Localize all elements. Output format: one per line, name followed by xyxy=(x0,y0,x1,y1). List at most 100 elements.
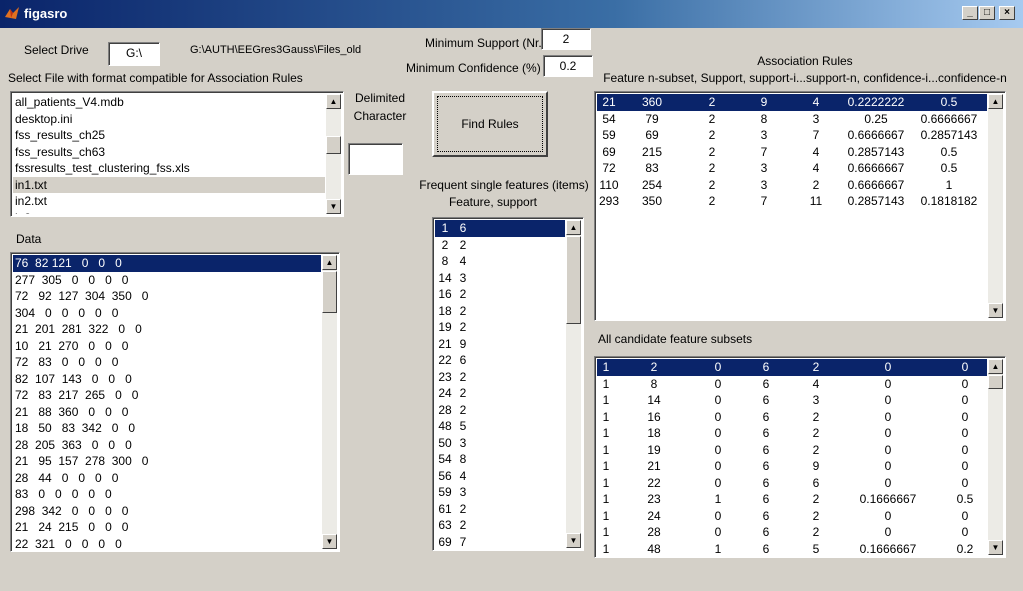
scroll-up-arrow-icon[interactable]: ▲ xyxy=(988,359,1003,374)
drive-input[interactable]: G:\ xyxy=(108,42,160,66)
select-file-label: Select File with format compatible for A… xyxy=(8,71,303,85)
table-row[interactable]: 16 xyxy=(435,220,565,237)
scroll-up-arrow-icon[interactable]: ▲ xyxy=(322,255,337,270)
list-item[interactable]: 277 305 0 0 0 0 xyxy=(13,272,321,289)
maximize-button[interactable]: □ xyxy=(979,6,995,20)
table-row[interactable]: 1 24 0 6 2 0 0 xyxy=(597,508,987,525)
table-row[interactable]: 84 xyxy=(435,253,565,270)
table-row[interactable]: 48 5 xyxy=(435,418,565,435)
table-row[interactable]: 18 2 xyxy=(435,303,565,320)
table-cell: 2 xyxy=(812,426,820,440)
table-row[interactable]: 1 14 0 6 3 0 0 xyxy=(597,392,987,409)
file-listbox[interactable]: all_patients_V4.mdb desktop.ini fss_result… xyxy=(10,91,344,217)
table-row[interactable]: 293 350 2 7 11 0.2857143 0.1818182 xyxy=(597,193,987,210)
list-item[interactable]: 72 92 127 304 350 0 xyxy=(13,288,321,305)
rules-scrollbar[interactable]: ▲ ▼ xyxy=(988,94,1003,318)
table-row[interactable]: 19 2 xyxy=(435,319,565,336)
scroll-thumb[interactable] xyxy=(326,136,341,154)
table-row[interactable]: 22 6 xyxy=(435,352,565,369)
scroll-up-arrow-icon[interactable]: ▲ xyxy=(988,94,1003,109)
list-item[interactable]: in3.txt xyxy=(13,210,325,215)
list-item[interactable]: 83 0 0 0 0 0 xyxy=(13,486,321,503)
table-row[interactable]: 23 2 xyxy=(435,369,565,386)
table-row[interactable]: 21 360 2 9 4 0.2222222 0.5 xyxy=(597,94,987,111)
table-row[interactable]: 72 83 2 3 4 0.6666667 0.5 xyxy=(597,160,987,177)
list-item[interactable]: desktop.ini xyxy=(13,111,325,128)
table-row[interactable]: 110 254 2 3 2 0.6666667 1 xyxy=(597,177,987,194)
list-item[interactable]: 22 321 0 0 0 0 xyxy=(13,536,321,550)
table-cell: 0 xyxy=(884,459,892,473)
list-item[interactable]: 82 107 143 0 0 0 xyxy=(13,371,321,388)
table-row[interactable]: 1 21 0 6 9 0 0 xyxy=(597,458,987,475)
table-row[interactable]: 14 3 xyxy=(435,270,565,287)
delimiter-input[interactable] xyxy=(348,143,403,175)
table-row[interactable]: 28 2 xyxy=(435,402,565,419)
table-row[interactable]: 56 4 xyxy=(435,468,565,485)
table-row[interactable]: 50 3 xyxy=(435,435,565,452)
list-item[interactable]: in2.txt xyxy=(13,193,325,210)
list-item[interactable]: 304 0 0 0 0 0 xyxy=(13,305,321,322)
scroll-down-arrow-icon[interactable]: ▼ xyxy=(322,534,337,549)
list-item[interactable]: 28 44 0 0 0 0 xyxy=(13,470,321,487)
table-row[interactable]: 1 28 0 6 2 0 0 xyxy=(597,524,987,541)
scroll-thumb[interactable] xyxy=(322,271,337,313)
table-row[interactable]: 1 18 0 6 2 0 0 xyxy=(597,425,987,442)
list-item[interactable]: all_patients_V4.mdb xyxy=(13,94,325,111)
list-item[interactable]: 10 21 270 0 0 0 xyxy=(13,338,321,355)
scroll-down-arrow-icon[interactable]: ▼ xyxy=(326,199,341,214)
scroll-thumb[interactable] xyxy=(988,375,1003,389)
candidates-listbox[interactable]: 1 2 0 6 2 0 0 1 8 0 6 4 0 0 1 14 0 6 3 0 0 1 16 0 6 2 0 0 1 18 0 6 2 0 0 1 1… xyxy=(594,356,1006,558)
list-item[interactable]: 21 24 215 0 0 0 xyxy=(13,519,321,536)
list-item[interactable]: 298 342 0 0 0 0 xyxy=(13,503,321,520)
table-row[interactable]: 69 7 xyxy=(435,534,565,549)
list-item[interactable]: fss_results_ch25 xyxy=(13,127,325,144)
list-item[interactable]: 21 88 360 0 0 0 xyxy=(13,404,321,421)
table-row[interactable]: 24 2 xyxy=(435,385,565,402)
scroll-thumb[interactable] xyxy=(566,236,581,324)
candidates-scrollbar[interactable]: ▲ ▼ xyxy=(988,359,1003,555)
table-row[interactable]: 16 2 xyxy=(435,286,565,303)
list-item[interactable]: fssresults_test_clustering_fss.xls xyxy=(13,160,325,177)
scroll-down-arrow-icon[interactable]: ▼ xyxy=(566,533,581,548)
table-row[interactable]: 59 69 2 3 7 0.6666667 0.2857143 xyxy=(597,127,987,144)
table-row[interactable]: 54 8 xyxy=(435,451,565,468)
list-item[interactable]: 72 83 0 0 0 0 xyxy=(13,354,321,371)
scroll-up-arrow-icon[interactable]: ▲ xyxy=(326,94,341,109)
list-item[interactable]: in1.txt xyxy=(13,176,325,193)
data-scrollbar[interactable]: ▲ ▼ xyxy=(322,255,337,549)
file-scrollbar[interactable]: ▲ ▼ xyxy=(326,94,341,214)
list-item[interactable]: 28 205 363 0 0 0 xyxy=(13,437,321,454)
table-row[interactable]: 1 16 0 6 2 0 0 xyxy=(597,409,987,426)
table-row[interactable]: 1 2 0 6 2 0 0 xyxy=(597,359,987,376)
frequent-scrollbar[interactable]: ▲ ▼ xyxy=(566,220,581,548)
min-confidence-input[interactable]: 0.2 xyxy=(543,55,593,77)
list-item[interactable]: 76 82 121 0 0 0 xyxy=(13,255,321,272)
list-item[interactable]: fss_results_ch63 xyxy=(13,144,325,161)
minimize-button[interactable]: _ xyxy=(962,6,978,20)
data-listbox[interactable]: 76 82 121 0 0 0 277 305 0 0 0 0 72 92 127 … xyxy=(10,252,340,552)
table-row[interactable]: 1 22 0 6 6 0 0 xyxy=(597,475,987,492)
table-row[interactable]: 21 9 xyxy=(435,336,565,353)
table-row[interactable]: 22 xyxy=(435,237,565,254)
scroll-down-arrow-icon[interactable]: ▼ xyxy=(988,540,1003,555)
rules-listbox[interactable]: 21 360 2 9 4 0.2222222 0.5 54 79 2 8 3 0.25 0.6666667… xyxy=(594,91,1006,321)
table-row[interactable]: 54 79 2 8 3 0.25 0.6666667 xyxy=(597,111,987,128)
table-row[interactable]: 1 8 0 6 4 0 0 xyxy=(597,376,987,393)
min-support-input[interactable]: 2 xyxy=(541,28,591,50)
table-row[interactable]: 59 3 xyxy=(435,484,565,501)
table-row[interactable]: 1 48 1 6 5 0.1666667 0.2 xyxy=(597,541,987,556)
find-rules-button[interactable]: Find Rules xyxy=(432,91,548,157)
list-item[interactable]: 18 50 83 342 0 0 xyxy=(13,420,321,437)
list-item[interactable]: 21 201 281 322 0 0 xyxy=(13,321,321,338)
close-button[interactable]: × xyxy=(999,6,1015,20)
scroll-down-arrow-icon[interactable]: ▼ xyxy=(988,303,1003,318)
table-row[interactable]: 69 215 2 7 4 0.2857143 0.5 xyxy=(597,144,987,161)
table-row[interactable]: 61 2 xyxy=(435,501,565,518)
table-row[interactable]: 63 2 xyxy=(435,517,565,534)
list-item[interactable]: 21 95 157 278 300 0 xyxy=(13,453,321,470)
table-row[interactable]: 1 19 0 6 2 0 0 xyxy=(597,442,987,459)
frequent-listbox[interactable]: 1 6 2 2 8 4 14 3 16 2 18 2 19 2 21 9 22 6 23 2 24 2 28 2 48 5 50 3 5… xyxy=(432,217,584,551)
table-row[interactable]: 1 23 1 6 2 0.1666667 0.5 xyxy=(597,491,987,508)
scroll-up-arrow-icon[interactable]: ▲ xyxy=(566,220,581,235)
list-item[interactable]: 72 83 217 265 0 0 xyxy=(13,387,321,404)
